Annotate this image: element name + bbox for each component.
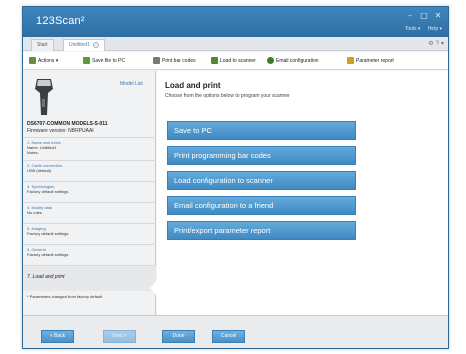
next-button[interactable]: Next » — [103, 330, 136, 343]
actions-menu-button[interactable]: Actions ▾ — [29, 57, 58, 64]
print-barcodes-button[interactable]: Print bar codes — [153, 57, 196, 64]
help-circle-icon[interactable]: ? — [436, 41, 439, 47]
page-subtitle: Choose from the options below to program… — [165, 93, 290, 99]
current-step-pointer — [150, 280, 157, 296]
menu-help[interactable]: Help ▾ — [428, 26, 442, 32]
save-to-pc-button[interactable]: Save to PC — [167, 121, 356, 140]
email-label: Email configuration — [276, 57, 319, 64]
step-name-and-notes[interactable]: 1. Name and notes Name: Unititled1 Notes… — [23, 137, 156, 159]
menu-bar: Tools ▾ Help ▾ — [399, 26, 442, 32]
app-window: 123Scan² – □ ✕ Tools ▾ Help ▾ Start Unit… — [22, 6, 449, 349]
dropdown-icon[interactable]: ▾ — [441, 41, 444, 47]
done-button[interactable]: Done — [162, 330, 195, 343]
model-name: DS6707-COMMON MODELS-S-011 — [27, 121, 108, 127]
back-button[interactable]: « Back — [41, 330, 74, 343]
report-label: Parameter report — [356, 57, 394, 64]
step-load-and-print[interactable]: 7. Load and print — [23, 265, 156, 291]
step-imaging[interactable]: 5. Imaging Factory default settings — [23, 223, 156, 243]
print-label: Print bar codes — [162, 57, 196, 64]
tab-strip: Start Unititled1 × ⚙? ▾ — [23, 37, 448, 51]
menu-tools[interactable]: Tools ▾ — [405, 26, 421, 32]
footnote: * Parameters changed from factory defaul… — [27, 294, 103, 299]
step-value: Factory default settings — [27, 231, 69, 236]
title-bar: 123Scan² – □ ✕ Tools ▾ Help ▾ — [23, 7, 448, 37]
sidebar: Model List DS6707-COMMON MODELS-S-011 Fi… — [23, 71, 157, 315]
wizard-footer: « Back Next » Done Cancel — [23, 315, 448, 348]
settings-icon[interactable]: ⚙ — [428, 41, 433, 47]
save-file-button[interactable]: Save file to PC — [83, 57, 125, 64]
save-label: Save file to PC — [92, 57, 126, 64]
report-icon — [347, 57, 354, 64]
cancel-button[interactable]: Cancel — [212, 330, 245, 343]
tab-start-label: Start — [37, 42, 48, 48]
main-panel: Load and print Choose from the options b… — [157, 71, 448, 315]
close-icon[interactable]: ✕ — [432, 11, 444, 21]
save-icon — [83, 57, 90, 64]
load-label: Load to scanner — [220, 57, 256, 64]
tab-close-icon[interactable]: × — [92, 42, 99, 48]
step-value: No rules — [27, 210, 42, 215]
step-value: USB (default) — [27, 168, 52, 173]
step-value: Factory default settings — [27, 189, 69, 194]
actions-icon — [29, 57, 36, 64]
minimize-icon[interactable]: – — [404, 11, 416, 21]
load-icon — [211, 57, 218, 64]
step-general[interactable]: 6. General Factory default settings — [23, 244, 156, 264]
actions-label: Actions ▾ — [38, 57, 59, 64]
print-export-report-button[interactable]: Print/export parameter report — [167, 221, 356, 240]
step-value: Notes: — [27, 150, 39, 155]
load-to-scanner-button[interactable]: Load to scanner — [211, 57, 256, 64]
tab-start[interactable]: Start — [31, 39, 54, 51]
tab-strip-icons: ⚙? ▾ — [426, 40, 444, 47]
email-configuration-button[interactable]: Email configuration to a friend — [167, 196, 356, 215]
step-symbologies[interactable]: 3. Symbologies Factory default settings — [23, 181, 156, 201]
load-configuration-button[interactable]: Load configuration to scanner — [167, 171, 356, 190]
step-cable-connection[interactable]: 2. Cable connection USB (default) — [23, 160, 156, 180]
step-value: Factory default settings — [27, 252, 69, 257]
tab-untitled-label: Unititled1 — [69, 42, 90, 48]
firmware-version: Firmware version: NBRPUAAI — [27, 128, 94, 134]
print-icon — [153, 57, 160, 64]
maximize-icon[interactable]: □ — [418, 11, 430, 21]
step-modify-data[interactable]: 4. Modify data No rules — [23, 202, 156, 222]
step-title: 7. Load and print — [27, 274, 65, 280]
model-list-link[interactable]: Model List — [120, 81, 143, 87]
print-programming-barcodes-button[interactable]: Print programming bar codes — [167, 146, 356, 165]
parameter-report-button[interactable]: Parameter report — [347, 57, 394, 64]
toolbar: Actions ▾ Save file to PC Print bar code… — [23, 52, 448, 70]
scanner-image — [35, 79, 53, 115]
app-title: 123Scan² — [36, 15, 85, 27]
email-icon — [267, 57, 274, 64]
page-title: Load and print — [165, 81, 221, 90]
email-config-button[interactable]: Email configuration — [267, 57, 319, 64]
tab-untitled[interactable]: Unititled1 × — [63, 39, 105, 51]
